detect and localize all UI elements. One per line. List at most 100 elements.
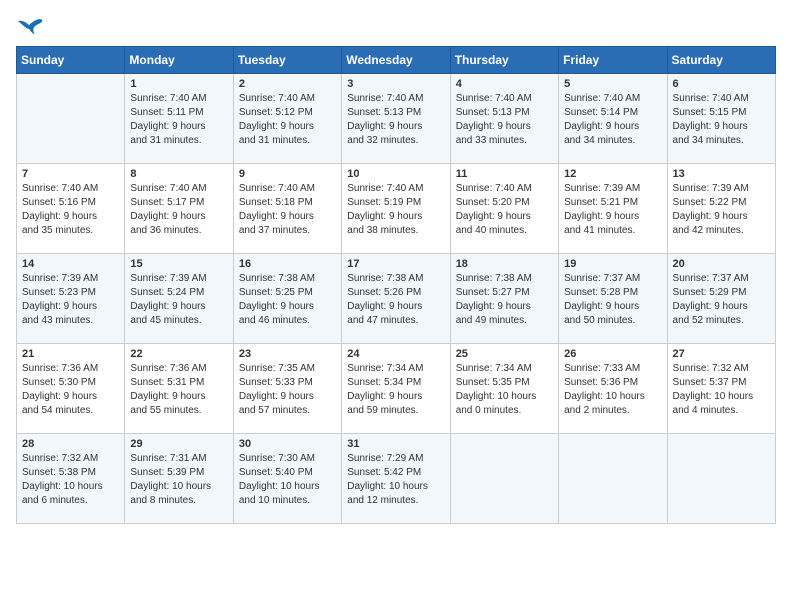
calendar-cell: 4 Sunrise: 7:40 AM Sunset: 5:13 PM Daylig…: [450, 74, 558, 164]
calendar-cell: 17 Sunrise: 7:38 AM Sunset: 5:26 PM Dayli…: [342, 254, 450, 344]
calendar-cell: 26 Sunrise: 7:33 AM Sunset: 5:36 PM Dayli…: [559, 344, 667, 434]
calendar-cell: 23 Sunrise: 7:35 AM Sunset: 5:33 PM Dayli…: [233, 344, 341, 434]
calendar-cell: 20 Sunrise: 7:37 AM Sunset: 5:29 PM Dayli…: [667, 254, 775, 344]
calendar-cell: 10 Sunrise: 7:40 AM Sunset: 5:19 PM Dayli…: [342, 164, 450, 254]
day-info: Sunrise: 7:40 AM Sunset: 5:20 PM Dayligh…: [456, 182, 553, 238]
day-info: Sunrise: 7:37 AM Sunset: 5:29 PM Dayligh…: [673, 272, 770, 328]
day-number: 23: [239, 348, 336, 360]
day-info: Sunrise: 7:38 AM Sunset: 5:26 PM Dayligh…: [347, 272, 444, 328]
calendar-cell: 30 Sunrise: 7:30 AM Sunset: 5:40 PM Dayli…: [233, 434, 341, 524]
day-info: Sunrise: 7:33 AM Sunset: 5:36 PM Dayligh…: [564, 362, 661, 418]
day-header-sunday: Sunday: [17, 47, 125, 74]
day-number: 4: [456, 78, 553, 90]
day-info: Sunrise: 7:40 AM Sunset: 5:13 PM Dayligh…: [347, 92, 444, 148]
calendar-cell: 22 Sunrise: 7:36 AM Sunset: 5:31 PM Dayli…: [125, 344, 233, 434]
calendar-cell: 9 Sunrise: 7:40 AM Sunset: 5:18 PM Daylig…: [233, 164, 341, 254]
calendar-week-5: 28 Sunrise: 7:32 AM Sunset: 5:38 PM Dayli…: [17, 434, 776, 524]
day-info: Sunrise: 7:32 AM Sunset: 5:37 PM Dayligh…: [673, 362, 770, 418]
day-number: 20: [673, 258, 770, 270]
calendar-cell: 29 Sunrise: 7:31 AM Sunset: 5:39 PM Dayli…: [125, 434, 233, 524]
day-header-friday: Friday: [559, 47, 667, 74]
calendar-cell: 11 Sunrise: 7:40 AM Sunset: 5:20 PM Dayli…: [450, 164, 558, 254]
day-info: Sunrise: 7:34 AM Sunset: 5:35 PM Dayligh…: [456, 362, 553, 418]
day-info: Sunrise: 7:31 AM Sunset: 5:39 PM Dayligh…: [130, 452, 227, 508]
day-info: Sunrise: 7:40 AM Sunset: 5:11 PM Dayligh…: [130, 92, 227, 148]
day-number: 5: [564, 78, 661, 90]
day-info: Sunrise: 7:38 AM Sunset: 5:27 PM Dayligh…: [456, 272, 553, 328]
calendar-week-3: 14 Sunrise: 7:39 AM Sunset: 5:23 PM Dayli…: [17, 254, 776, 344]
calendar-cell: [17, 74, 125, 164]
day-number: 13: [673, 168, 770, 180]
calendar-cell: 1 Sunrise: 7:40 AM Sunset: 5:11 PM Daylig…: [125, 74, 233, 164]
day-number: 31: [347, 438, 444, 450]
day-number: 14: [22, 258, 119, 270]
logo: [16, 16, 48, 38]
day-number: 15: [130, 258, 227, 270]
day-info: Sunrise: 7:40 AM Sunset: 5:15 PM Dayligh…: [673, 92, 770, 148]
calendar-cell: 2 Sunrise: 7:40 AM Sunset: 5:12 PM Daylig…: [233, 74, 341, 164]
day-info: Sunrise: 7:29 AM Sunset: 5:42 PM Dayligh…: [347, 452, 444, 508]
calendar-cell: 6 Sunrise: 7:40 AM Sunset: 5:15 PM Daylig…: [667, 74, 775, 164]
day-info: Sunrise: 7:40 AM Sunset: 5:14 PM Dayligh…: [564, 92, 661, 148]
day-number: 16: [239, 258, 336, 270]
calendar-cell: 14 Sunrise: 7:39 AM Sunset: 5:23 PM Dayli…: [17, 254, 125, 344]
calendar-cell: 5 Sunrise: 7:40 AM Sunset: 5:14 PM Daylig…: [559, 74, 667, 164]
day-number: 22: [130, 348, 227, 360]
calendar-cell: 13 Sunrise: 7:39 AM Sunset: 5:22 PM Dayli…: [667, 164, 775, 254]
day-number: 25: [456, 348, 553, 360]
day-number: 17: [347, 258, 444, 270]
day-number: 21: [22, 348, 119, 360]
day-number: 7: [22, 168, 119, 180]
calendar-cell: 28 Sunrise: 7:32 AM Sunset: 5:38 PM Dayli…: [17, 434, 125, 524]
calendar-cell: [450, 434, 558, 524]
day-number: 3: [347, 78, 444, 90]
day-number: 8: [130, 168, 227, 180]
calendar-cell: 27 Sunrise: 7:32 AM Sunset: 5:37 PM Dayli…: [667, 344, 775, 434]
day-info: Sunrise: 7:40 AM Sunset: 5:12 PM Dayligh…: [239, 92, 336, 148]
day-info: Sunrise: 7:40 AM Sunset: 5:17 PM Dayligh…: [130, 182, 227, 238]
day-header-tuesday: Tuesday: [233, 47, 341, 74]
calendar-cell: [667, 434, 775, 524]
day-number: 6: [673, 78, 770, 90]
day-number: 27: [673, 348, 770, 360]
calendar-cell: 16Sunrise: 7:38 AM Sunset: 5:25 PM Dayli…: [233, 254, 341, 344]
day-header-monday: Monday: [125, 47, 233, 74]
calendar-week-4: 21Sunrise: 7:36 AM Sunset: 5:30 PM Dayli…: [17, 344, 776, 434]
day-info: Sunrise: 7:40 AM Sunset: 5:13 PM Dayligh…: [456, 92, 553, 148]
day-number: 29: [130, 438, 227, 450]
day-info: Sunrise: 7:32 AM Sunset: 5:38 PM Dayligh…: [22, 452, 119, 508]
day-info: Sunrise: 7:36 AM Sunset: 5:31 PM Dayligh…: [130, 362, 227, 418]
calendar-cell: 18 Sunrise: 7:38 AM Sunset: 5:27 PM Dayli…: [450, 254, 558, 344]
day-number: 30: [239, 438, 336, 450]
calendar-cell: 25 Sunrise: 7:34 AM Sunset: 5:35 PM Dayli…: [450, 344, 558, 434]
day-number: 12: [564, 168, 661, 180]
day-number: 2: [239, 78, 336, 90]
calendar-cell: 7Sunrise: 7:40 AM Sunset: 5:16 PM Daylig…: [17, 164, 125, 254]
day-number: 24: [347, 348, 444, 360]
calendar-cell: 19Sunrise: 7:37 AM Sunset: 5:28 PM Dayli…: [559, 254, 667, 344]
calendar-cell: 31 Sunrise: 7:29 AM Sunset: 5:42 PM Dayli…: [342, 434, 450, 524]
calendar-cell: [559, 434, 667, 524]
day-info: Sunrise: 7:35 AM Sunset: 5:33 PM Dayligh…: [239, 362, 336, 418]
day-number: 1: [130, 78, 227, 90]
day-number: 28: [22, 438, 119, 450]
day-number: 18: [456, 258, 553, 270]
day-info: Sunrise: 7:39 AM Sunset: 5:22 PM Dayligh…: [673, 182, 770, 238]
day-header-wednesday: Wednesday: [342, 47, 450, 74]
day-info: Sunrise: 7:37 AM Sunset: 5:28 PM Dayligh…: [564, 272, 661, 328]
day-number: 11: [456, 168, 553, 180]
calendar-table: SundayMondayTuesdayWednesdayThursdayFrid…: [16, 46, 776, 524]
day-info: Sunrise: 7:30 AM Sunset: 5:40 PM Dayligh…: [239, 452, 336, 508]
day-info: Sunrise: 7:39 AM Sunset: 5:23 PM Dayligh…: [22, 272, 119, 328]
day-info: Sunrise: 7:39 AM Sunset: 5:21 PM Dayligh…: [564, 182, 661, 238]
calendar-cell: 15Sunrise: 7:39 AM Sunset: 5:24 PM Dayli…: [125, 254, 233, 344]
day-number: 10: [347, 168, 444, 180]
day-info: Sunrise: 7:40 AM Sunset: 5:19 PM Dayligh…: [347, 182, 444, 238]
day-number: 26: [564, 348, 661, 360]
day-info: Sunrise: 7:40 AM Sunset: 5:18 PM Dayligh…: [239, 182, 336, 238]
calendar-week-1: 1 Sunrise: 7:40 AM Sunset: 5:11 PM Daylig…: [17, 74, 776, 164]
calendar-week-2: 7Sunrise: 7:40 AM Sunset: 5:16 PM Daylig…: [17, 164, 776, 254]
day-header-saturday: Saturday: [667, 47, 775, 74]
calendar-cell: 24Sunrise: 7:34 AM Sunset: 5:34 PM Dayli…: [342, 344, 450, 434]
day-number: 9: [239, 168, 336, 180]
